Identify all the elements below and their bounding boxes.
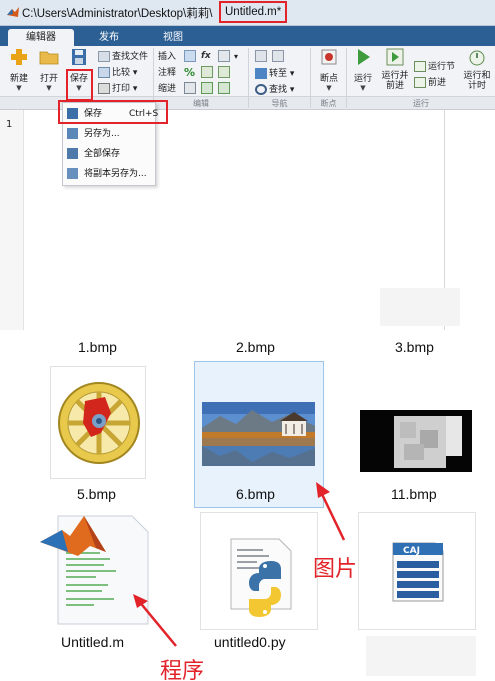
screenshot-root: C:\Users\Administrator\Desktop\莉莉\ Untit…	[0, 0, 495, 681]
picture-annotation-label: 图片	[313, 557, 358, 582]
arrow-to-program	[133, 594, 177, 647]
annotation-arrows	[133, 482, 346, 647]
program-annotation-label: 程序	[160, 659, 205, 681]
arrow-to-picture	[316, 482, 346, 541]
